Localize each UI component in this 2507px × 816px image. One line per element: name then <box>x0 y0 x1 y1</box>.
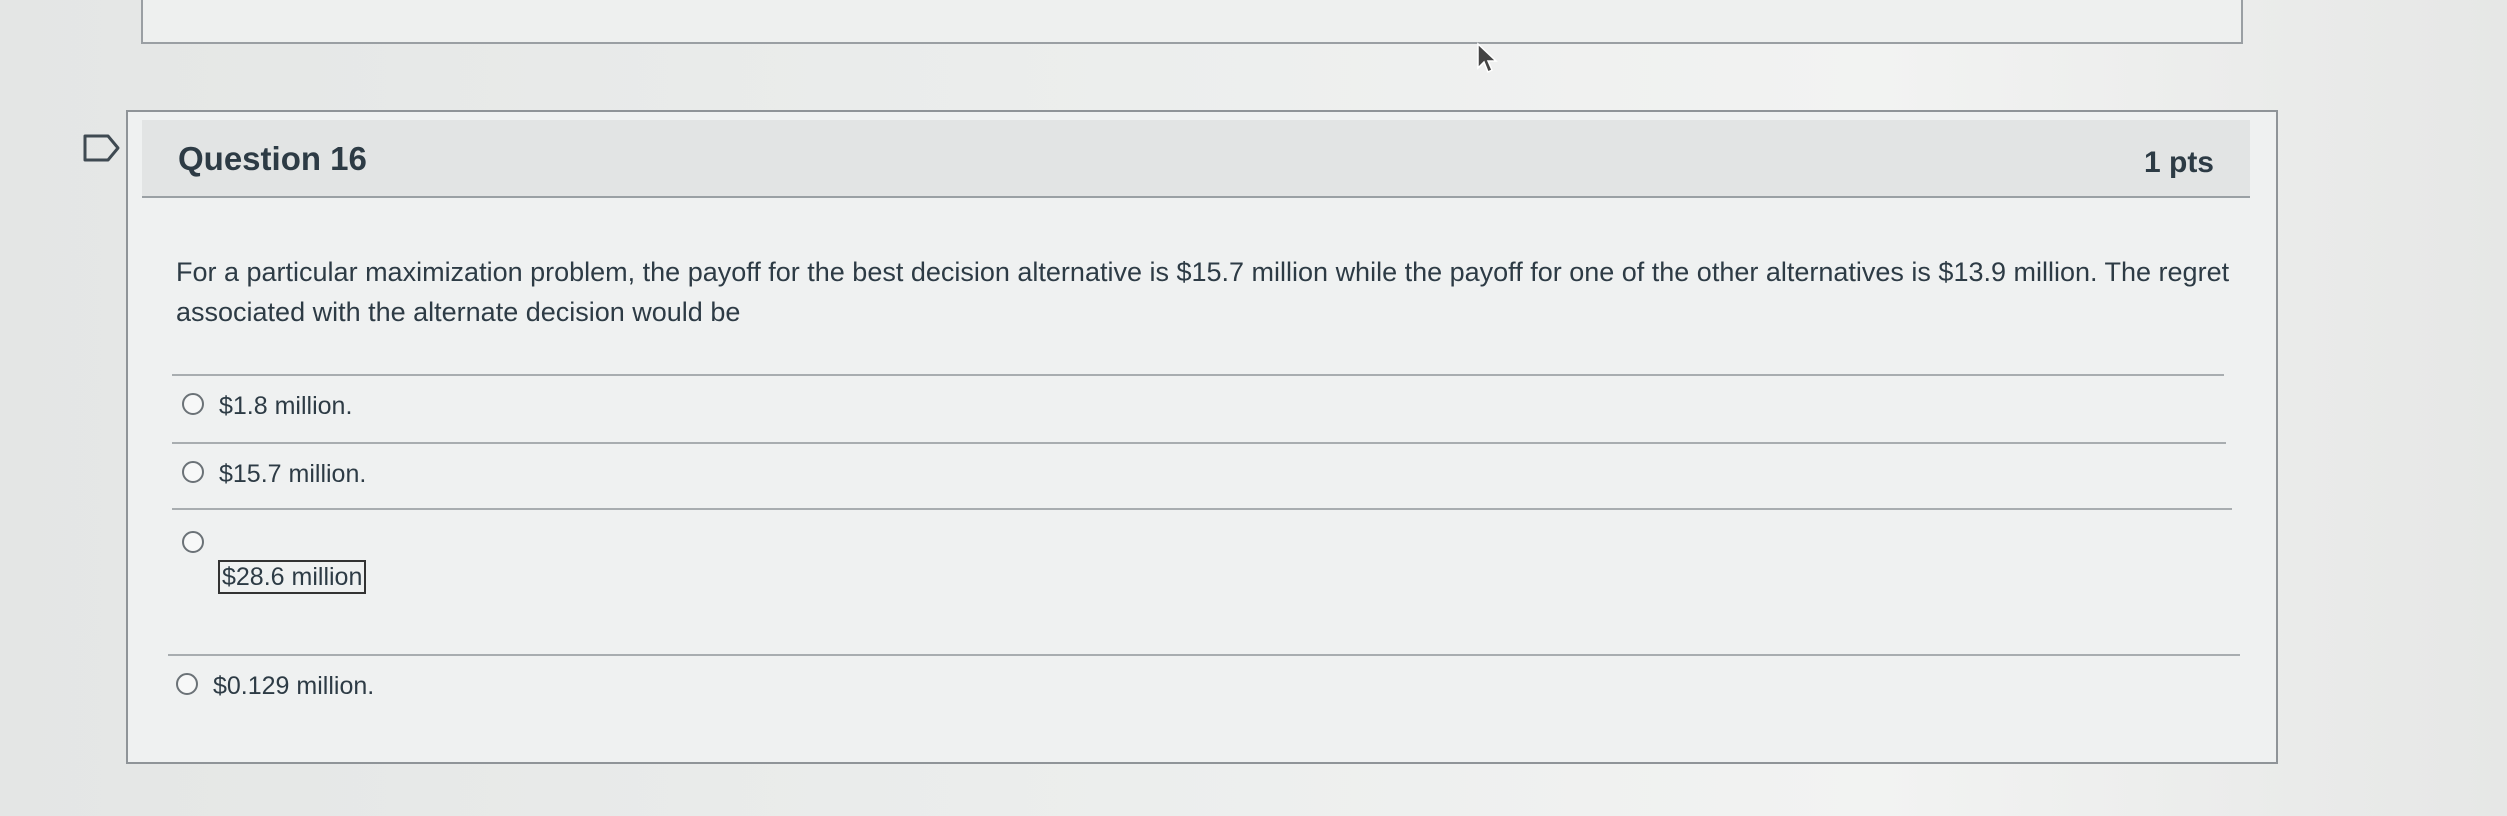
answer-divider <box>172 442 2226 444</box>
radio-button-icon[interactable] <box>182 393 204 415</box>
answer-divider <box>172 374 2224 376</box>
radio-button-icon[interactable] <box>176 673 198 695</box>
answer-option-3[interactable]: $28.6 million <box>182 530 367 594</box>
answer-label: $0.129 million. <box>213 672 375 700</box>
question-title: Question 16 <box>178 140 367 177</box>
question-card: Question 16 1 pts For a particular maxim… <box>126 110 2278 764</box>
question-points: 1 pts <box>2143 146 2214 179</box>
answer-label: $15.7 million. <box>219 460 367 488</box>
answer-divider <box>172 508 2232 510</box>
answer-option-1[interactable]: $1.8 million. <box>182 392 352 421</box>
question-header: Question 16 1 pts <box>142 120 2250 198</box>
answer-label: $28.6 million <box>218 560 367 594</box>
answer-label: $1.8 million. <box>219 392 353 420</box>
mouse-cursor-icon <box>1477 42 1498 74</box>
answer-divider <box>168 654 2240 656</box>
radio-button-icon[interactable] <box>182 461 204 483</box>
radio-button-icon[interactable] <box>182 531 204 553</box>
flag-icon[interactable] <box>82 133 122 163</box>
answer-option-4[interactable]: $0.129 million. <box>176 672 374 701</box>
answer-option-2[interactable]: $15.7 million. <box>182 460 366 489</box>
question-text: For a particular maximization problem, t… <box>176 257 2230 327</box>
previous-question-box <box>141 0 2243 44</box>
